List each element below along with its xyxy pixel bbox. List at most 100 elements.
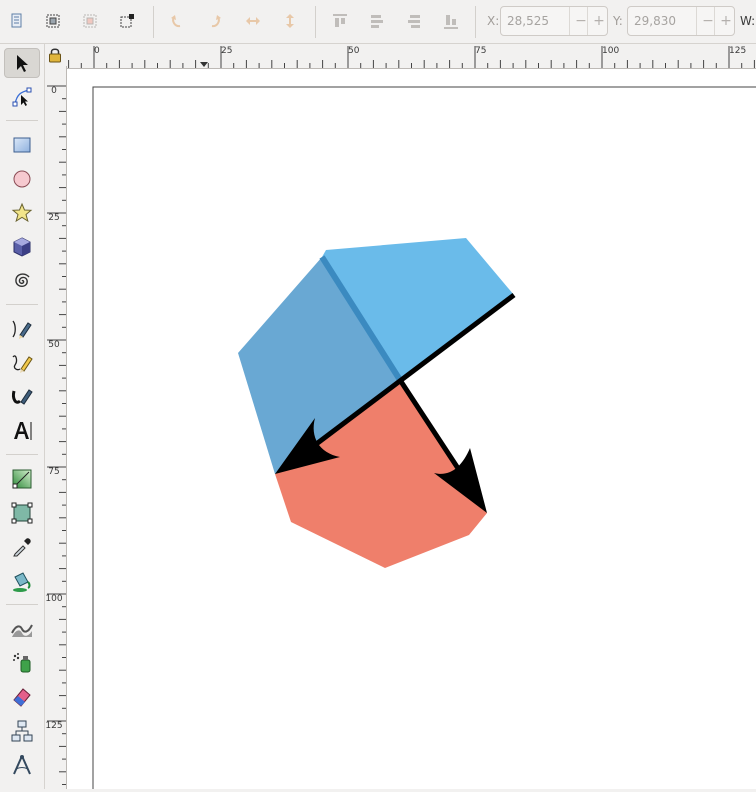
flip-vertical-icon: [286, 14, 294, 28]
toolbox: [0, 44, 45, 789]
gradient-icon: [12, 469, 32, 489]
canvas-svg: [92, 86, 756, 789]
flip-horizontal-button[interactable]: [240, 8, 266, 34]
ruler-label: 50: [348, 46, 360, 56]
lower-to-bottom-button[interactable]: [438, 8, 464, 34]
lower-to-bottom-icon: [444, 15, 458, 29]
calligraphy-pen-icon: [12, 389, 33, 405]
node-edit-icon: [12, 87, 32, 107]
paint-bucket-icon: [13, 572, 31, 592]
measure-tool[interactable]: [4, 750, 40, 780]
compass-measure-icon: [13, 755, 31, 775]
selector-tool[interactable]: [4, 48, 40, 78]
toolbox-separator: [6, 120, 38, 121]
pointer-arrow-icon: [17, 55, 28, 72]
ruler-label: 100: [45, 594, 62, 604]
x-increment-button[interactable]: +: [587, 7, 610, 35]
x-label: X:: [487, 14, 500, 28]
y-coordinate-input[interactable]: [628, 7, 696, 35]
pencil-tool[interactable]: [4, 348, 40, 378]
lower-icon: [408, 15, 420, 28]
w-label: W:: [740, 14, 756, 28]
dropper-tool[interactable]: [4, 532, 40, 562]
3d-box-icon: [13, 237, 31, 257]
rotate-ccw-button[interactable]: [164, 8, 190, 34]
text-tool[interactable]: [4, 416, 40, 446]
flip-horizontal-icon: [246, 17, 260, 25]
toolbar-separator: [153, 6, 154, 38]
ruler-label: 125: [729, 46, 746, 56]
drawing-canvas[interactable]: [67, 69, 756, 789]
y-coordinate-field[interactable]: − +: [627, 6, 735, 36]
guide-lock-button[interactable]: [45, 44, 65, 66]
star-tool[interactable]: [4, 198, 40, 228]
spiral-icon: [15, 273, 30, 288]
deselect-button[interactable]: [114, 8, 140, 34]
ruler-label: 75: [475, 46, 486, 56]
paint-bucket-tool[interactable]: [4, 566, 40, 596]
raise-to-top-button[interactable]: [327, 8, 353, 34]
rectangle-tool[interactable]: [4, 130, 40, 160]
pencil-icon: [12, 355, 33, 373]
x-coordinate-input[interactable]: [501, 7, 569, 35]
raise-icon: [371, 15, 383, 28]
ellipse-tool[interactable]: [4, 164, 40, 194]
toolbox-separator: [6, 604, 38, 605]
toolbar-separator: [475, 6, 476, 38]
ruler-label: 0: [51, 86, 57, 96]
ruler-label: 25: [48, 213, 59, 223]
rotate-cw-button[interactable]: [202, 8, 228, 34]
rotate-ccw-icon: [171, 15, 181, 28]
star-icon: [11, 202, 33, 223]
lock-icon: [49, 48, 61, 63]
ruler-label: 75: [48, 467, 59, 477]
horizontal-ruler-scale: 0 25 50 75 100 125: [68, 46, 755, 68]
select-all-button[interactable]: [4, 8, 30, 34]
invert-selection-button[interactable]: [77, 8, 103, 34]
toolbar-separator: [315, 6, 316, 38]
node-tool[interactable]: [4, 82, 40, 112]
rotate-cw-icon: [211, 15, 221, 28]
pen-bezier-icon: [12, 320, 32, 339]
rectangle-icon: [13, 137, 31, 153]
flip-vertical-button[interactable]: [277, 8, 303, 34]
circle-icon: [13, 170, 31, 188]
vertical-ruler[interactable]: 0 25 50 75 100 125: [45, 66, 67, 789]
toolbox-separator: [6, 454, 38, 455]
connector-icon: [11, 720, 33, 742]
ruler-label: 25: [221, 46, 232, 56]
ruler-position-marker: [200, 62, 208, 67]
eyedropper-icon: [13, 538, 31, 557]
tweak-tool[interactable]: [4, 614, 40, 644]
lower-button[interactable]: [401, 8, 427, 34]
ruler-label: 125: [45, 721, 62, 731]
layers-select-icon: [46, 14, 60, 28]
select-all-icon: [11, 13, 22, 28]
y-increment-button[interactable]: +: [714, 7, 737, 35]
invert-selection-icon: [83, 14, 97, 28]
mesh-icon: [11, 502, 33, 524]
ruler-label: 50: [48, 340, 60, 350]
horizontal-ruler[interactable]: 0 25 50 75 100 125: [66, 44, 756, 69]
spiral-tool[interactable]: [4, 266, 40, 296]
mesh-tool[interactable]: [4, 498, 40, 528]
x-coordinate-field[interactable]: − +: [500, 6, 608, 36]
raise-to-top-icon: [333, 14, 347, 27]
ruler-label: 100: [602, 46, 619, 56]
eraser-icon: [13, 688, 31, 707]
pen-tool[interactable]: [4, 314, 40, 344]
tweak-wave-icon: [11, 624, 33, 637]
gradient-tool[interactable]: [4, 464, 40, 494]
connector-tool[interactable]: [4, 716, 40, 746]
ruler-label: 0: [94, 46, 100, 56]
eraser-tool[interactable]: [4, 682, 40, 712]
y-label: Y:: [613, 14, 623, 28]
text-icon: [14, 422, 32, 440]
select-all-layers-button[interactable]: [40, 8, 66, 34]
spray-can-icon: [13, 653, 31, 673]
3d-box-tool[interactable]: [4, 232, 40, 262]
calligraphy-tool[interactable]: [4, 382, 40, 412]
toolbox-separator: [6, 304, 38, 305]
spray-tool[interactable]: [4, 648, 40, 678]
raise-button[interactable]: [364, 8, 390, 34]
